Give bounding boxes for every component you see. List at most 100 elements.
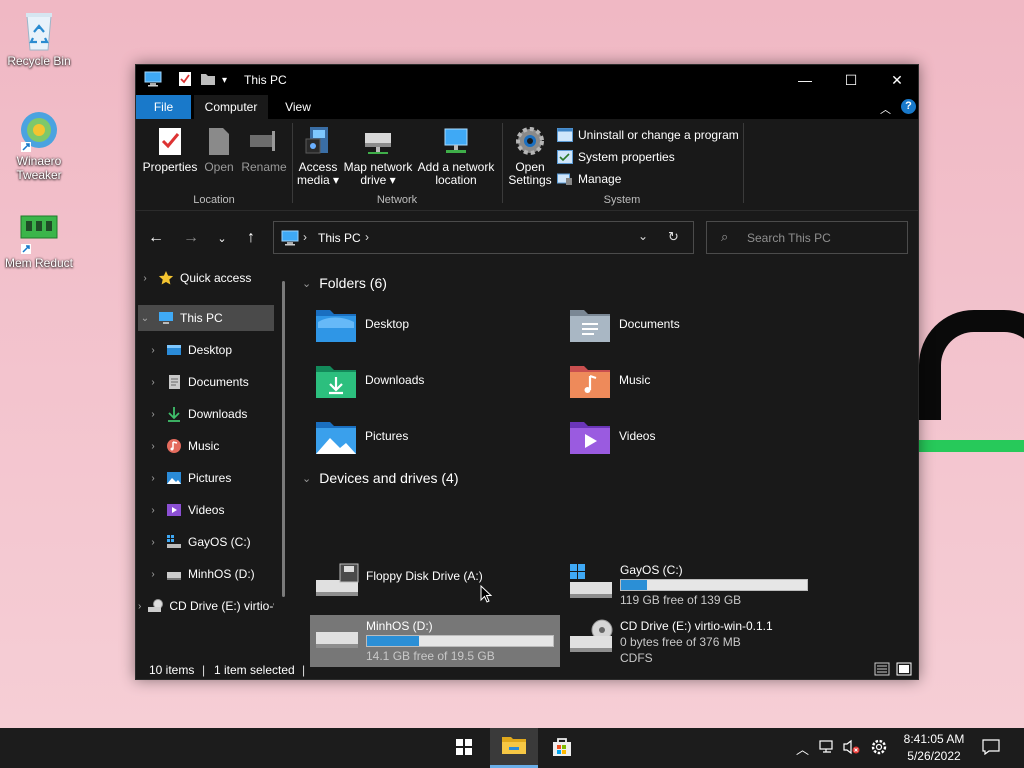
add-network-location-button[interactable]: Add a network location: [416, 125, 496, 187]
properties-button[interactable]: Properties: [142, 125, 198, 174]
folder-label: Music: [619, 373, 651, 387]
taskbar-clock[interactable]: 8:41:05 AM 5/26/2022: [895, 731, 973, 765]
maximize-icon: ☐: [844, 71, 858, 88]
desktop-icon-mem-reduct[interactable]: Mem Reduct: [1, 210, 77, 270]
help-icon[interactable]: ?: [901, 99, 916, 114]
chevron-right-icon[interactable]: ›: [146, 377, 160, 388]
clock-time: 8:41:05 AM: [903, 732, 965, 746]
devices-group-header[interactable]: ⌄ Devices and drives (4): [302, 470, 459, 486]
chevron-right-icon[interactable]: ›: [146, 345, 160, 356]
sidebar-item-label: Pictures: [188, 471, 232, 485]
add-network-location-icon: [440, 125, 472, 157]
forward-button[interactable]: →: [179, 226, 203, 250]
drive-tile-floppy-a[interactable]: Floppy Disk Drive (A:): [310, 559, 560, 611]
desktop-icon-recycle-bin[interactable]: Recycle Bin: [1, 8, 77, 68]
drive-tile-gayos-c[interactable]: GayOS (C:) 119 GB free of 139 GB: [564, 559, 814, 611]
manage-button[interactable]: Manage: [557, 170, 621, 188]
folder-tile-music[interactable]: Music: [568, 355, 818, 405]
downloads-folder-icon: [314, 360, 358, 400]
open-settings-button[interactable]: Open Settings: [506, 125, 554, 187]
sidebar-item-desktop[interactable]: › Desktop: [146, 337, 282, 363]
map-network-drive-button[interactable]: Map network drive ▾: [342, 125, 414, 187]
desktop-icon-label: Recycle Bin: [7, 54, 71, 68]
folder-tile-desktop[interactable]: Desktop: [314, 299, 564, 349]
folder-tile-pictures[interactable]: Pictures: [314, 411, 564, 461]
drive-icon: [166, 566, 182, 582]
chevron-right-icon[interactable]: ›: [146, 537, 160, 548]
documents-folder-icon: [568, 304, 612, 344]
manage-label: Manage: [578, 172, 622, 186]
system-properties-button[interactable]: System properties: [557, 148, 675, 166]
chevron-right-icon[interactable]: ›: [146, 409, 160, 420]
open-button[interactable]: Open: [200, 125, 238, 174]
status-item-count: 10 items: [149, 663, 195, 677]
ribbon-separator: [292, 123, 293, 203]
up-button[interactable]: ↑: [239, 226, 263, 250]
breadcrumb-this-pc[interactable]: This PC: [318, 231, 361, 245]
tab-view[interactable]: View: [276, 95, 320, 119]
open-icon: [203, 125, 235, 157]
folder-tile-downloads[interactable]: Downloads: [314, 355, 564, 405]
taskbar-file-explorer[interactable]: [490, 728, 538, 768]
search-box[interactable]: ⌕ Search This PC: [706, 221, 908, 254]
collapse-ribbon-icon[interactable]: ︿: [880, 101, 891, 117]
chevron-down-icon[interactable]: ⌄: [138, 313, 152, 324]
tab-computer[interactable]: Computer: [194, 95, 268, 119]
sidebar-item-quick-access[interactable]: › Quick access: [138, 265, 274, 291]
details-view-icon[interactable]: [874, 661, 890, 680]
notification-center-button[interactable]: [982, 728, 1000, 768]
volume-tray-button[interactable]: [842, 728, 860, 768]
sidebar-item-this-pc[interactable]: ⌄ This PC: [138, 305, 274, 331]
breadcrumb-chevron-icon[interactable]: ›: [365, 230, 369, 244]
chevron-right-icon[interactable]: ›: [146, 441, 160, 452]
folder-tile-videos[interactable]: Videos: [568, 411, 818, 461]
maximize-button[interactable]: ☐: [828, 65, 874, 95]
sidebar-item-gayos-c[interactable]: › GayOS (C:): [146, 529, 282, 555]
sidebar-item-documents[interactable]: › Documents: [146, 369, 282, 395]
chevron-right-icon[interactable]: ›: [138, 601, 141, 612]
chevron-right-icon[interactable]: ›: [146, 473, 160, 484]
chevron-right-icon[interactable]: ›: [146, 569, 160, 580]
sidebar-item-videos[interactable]: › Videos: [146, 497, 282, 523]
address-dropdown-icon[interactable]: ⌄: [638, 229, 648, 243]
sidebar-scrollbar[interactable]: [282, 281, 285, 597]
desktop-icon-winaero-tweaker[interactable]: Winaero Tweaker: [1, 108, 77, 182]
clock-date: 5/26/2022: [907, 749, 961, 763]
taskbar-microsoft-store[interactable]: [538, 728, 586, 768]
tab-file[interactable]: File: [136, 95, 191, 119]
sidebar-item-downloads[interactable]: › Downloads: [146, 401, 282, 427]
sidebar-item-pictures[interactable]: › Pictures: [146, 465, 282, 491]
close-button[interactable]: ✕: [874, 65, 920, 95]
new-folder-qa-icon[interactable]: [200, 72, 216, 89]
chevron-down-icon[interactable]: ⌄: [302, 277, 311, 290]
drive-usage-bar: [366, 635, 554, 647]
start-button[interactable]: [440, 728, 488, 768]
refresh-icon[interactable]: ↻: [668, 229, 679, 245]
back-button[interactable]: ←: [144, 226, 168, 250]
folder-tile-documents[interactable]: Documents: [568, 299, 818, 349]
recent-locations-button[interactable]: ⌄: [210, 226, 234, 250]
sidebar-item-cd-drive[interactable]: › CD Drive (E:) virtio-win-0.1.1: [138, 593, 274, 619]
minimize-button[interactable]: —: [782, 65, 828, 95]
chevron-right-icon[interactable]: ›: [138, 273, 152, 284]
uninstall-program-button[interactable]: Uninstall or change a program: [557, 126, 739, 144]
chevron-right-icon[interactable]: ›: [146, 505, 160, 516]
recycle-bin-icon: [17, 8, 61, 52]
network-tray-button[interactable]: [818, 728, 836, 768]
access-media-button[interactable]: Access media ▾: [296, 125, 340, 187]
folders-group-header[interactable]: ⌄ Folders (6): [302, 275, 387, 291]
store-bag-icon: [551, 736, 573, 761]
customize-qa-dropdown-icon[interactable]: ▾: [222, 75, 227, 86]
search-input[interactable]: Search This PC: [747, 231, 831, 245]
sidebar-item-music[interactable]: › Music: [146, 433, 282, 459]
map-network-drive-icon: [362, 125, 394, 157]
chevron-down-icon[interactable]: ⌄: [302, 472, 311, 485]
rename-button[interactable]: Rename: [240, 125, 288, 174]
properties-qa-icon[interactable]: [178, 71, 192, 90]
address-bar[interactable]: › This PC › ⌄ ↻: [273, 221, 694, 254]
show-hidden-icons-button[interactable]: ︿: [796, 728, 809, 768]
settings-tray-button[interactable]: [870, 728, 888, 768]
drive-usage-bar: [620, 579, 808, 591]
large-icons-view-icon[interactable]: [896, 661, 912, 680]
sidebar-item-minhos-d[interactable]: › MinhOS (D:): [146, 561, 282, 587]
